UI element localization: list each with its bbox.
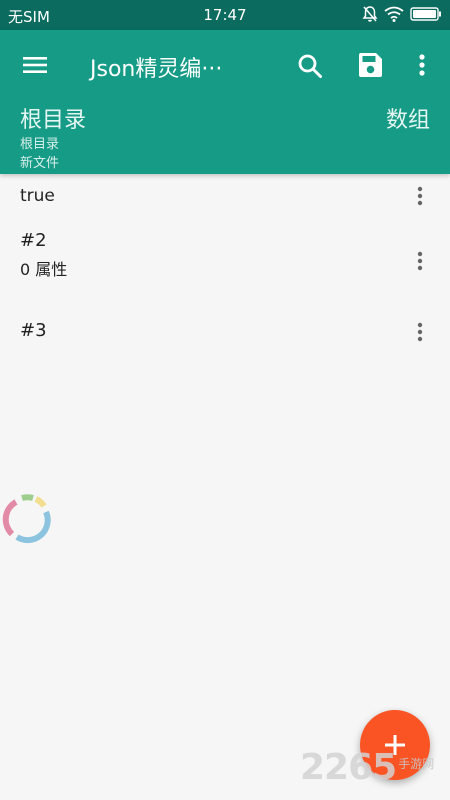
breadcrumb-path[interactable]: 根目录 [20, 133, 59, 152]
menu-icon [23, 57, 47, 73]
search-button[interactable] [296, 52, 324, 80]
more-vert-icon [417, 322, 423, 342]
search-icon [298, 54, 322, 78]
save-icon [359, 53, 382, 77]
more-vert-icon [419, 54, 425, 76]
app-title: Json精灵编··· [90, 57, 223, 82]
item-key: true [20, 186, 55, 206]
list-item[interactable]: true [0, 174, 450, 216]
item-key: #3 [20, 320, 47, 341]
breadcrumb-title: 根目录 [20, 108, 87, 133]
save-button[interactable] [356, 51, 384, 79]
watermark-site: 手游网 [398, 757, 435, 771]
list-item[interactable]: #3 [0, 308, 450, 358]
toolbar: Json精灵编··· [0, 30, 450, 100]
battery-icon [410, 7, 441, 21]
more-vert-icon [417, 186, 423, 206]
item-more-button[interactable] [410, 250, 430, 274]
status-icons [362, 5, 442, 23]
loading-spinner [0, 492, 54, 550]
watermark: 2265 手游网 [300, 748, 434, 788]
app-bar: Json精灵编··· 根目录 数组 根目录 新文件 [0, 30, 450, 174]
item-subtitle: 0 属性 [20, 260, 68, 279]
status-bar: 无SIM 17:47 [0, 0, 450, 30]
file-name: 新文件 [20, 156, 60, 171]
item-key: #2 [20, 230, 47, 251]
more-options-button[interactable] [412, 52, 432, 80]
more-vert-icon [417, 251, 423, 271]
menu-button[interactable] [20, 52, 50, 78]
watermark-number: 2265 [300, 747, 397, 788]
list-item[interactable]: #2 0 属性 [0, 220, 450, 290]
item-more-button[interactable] [410, 185, 430, 209]
bell-off-icon [362, 6, 378, 22]
node-type-label: 数组 [385, 108, 430, 133]
item-more-button[interactable] [410, 321, 430, 345]
spinner-icon [2, 494, 51, 544]
wifi-icon [384, 6, 404, 22]
